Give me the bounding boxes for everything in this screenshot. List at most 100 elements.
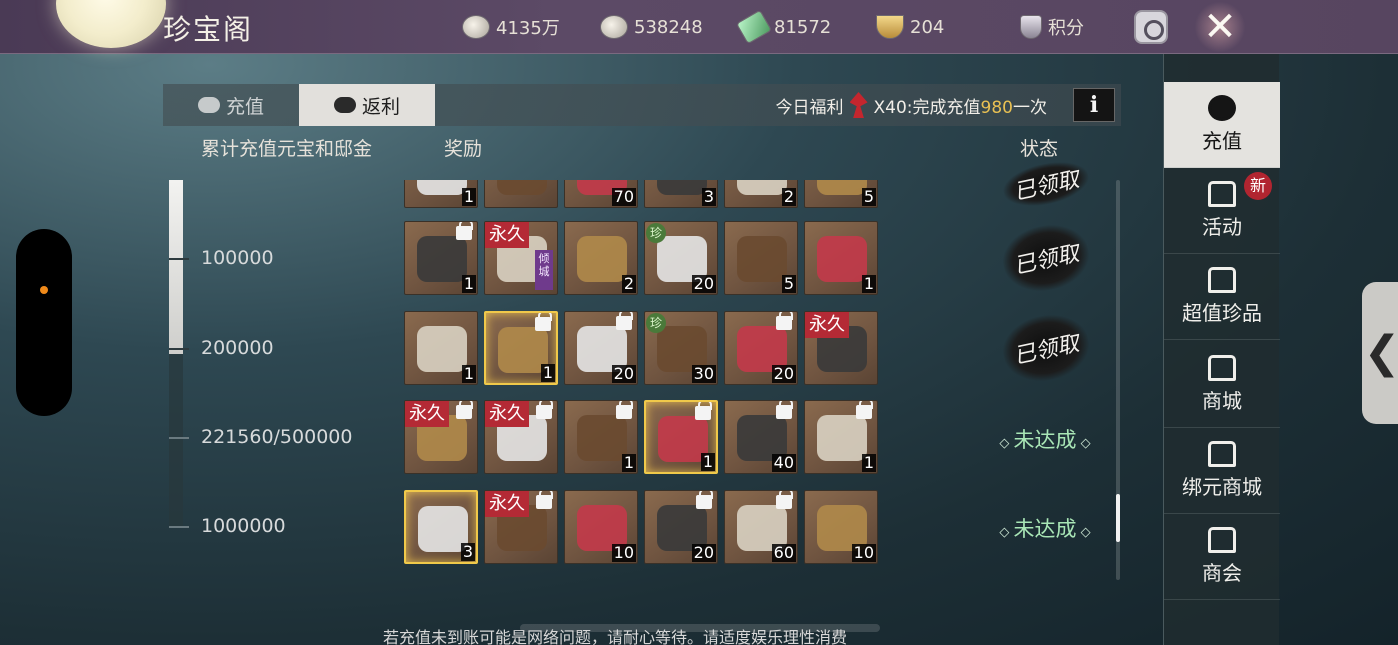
item-art <box>817 236 867 282</box>
status-pending-3-text: 未达成 <box>1013 428 1077 452</box>
item-count: 1 <box>621 453 636 472</box>
item-count: 1 <box>861 453 876 472</box>
nav-item-shop[interactable]: 商城 <box>1164 342 1280 428</box>
reward-item[interactable]: 珍 30 <box>644 311 718 385</box>
reward-item[interactable] <box>484 180 558 208</box>
daily-welfare: 今日福利 X40:完成充值980一次 <box>776 84 1047 126</box>
reward-item[interactable]: 20 <box>724 311 798 385</box>
reward-item[interactable]: 40 <box>724 400 798 474</box>
nav-item-treasures[interactable]: 超值珍品 <box>1164 254 1280 340</box>
diamond-icon: ◇ <box>1076 436 1091 451</box>
reward-item[interactable]: 2 <box>564 221 638 295</box>
reward-item[interactable]: 20 <box>644 490 718 564</box>
nav-item-guild[interactable]: 商会 <box>1164 514 1280 600</box>
shop-icon <box>1208 441 1236 467</box>
reward-item[interactable]: 1 <box>644 400 718 474</box>
item-count: 5 <box>781 274 796 293</box>
lock-icon <box>695 402 712 420</box>
settings-button[interactable] <box>1134 10 1168 44</box>
reward-row: 1 永久 倾城 2 珍 20 5 1 <box>404 221 878 295</box>
reward-item[interactable]: 5 <box>724 221 798 295</box>
collapse-sidebar-button[interactable]: ❮ <box>1362 282 1398 424</box>
nav-item-bound-shop[interactable]: 绑元商城 <box>1164 428 1280 514</box>
reward-row-partial: 1 70 3 2 5 <box>404 180 880 208</box>
reward-row: 1 70 3 2 5 <box>404 180 878 208</box>
nav-item-recharge[interactable]: 充值 <box>1164 82 1280 168</box>
lock-icon <box>536 401 553 419</box>
reward-item[interactable]: 1 <box>404 311 478 385</box>
reward-item[interactable]: 10 <box>804 490 878 564</box>
shop-icon <box>1208 355 1236 381</box>
item-count: 20 <box>691 543 716 562</box>
reward-item[interactable]: 1 <box>804 221 878 295</box>
list-scrollbar[interactable] <box>1116 180 1120 580</box>
item-count: 1 <box>861 274 876 293</box>
item-art <box>657 180 707 195</box>
reward-item[interactable]: 珍 20 <box>644 221 718 295</box>
tab-bar: 充值 返利 今日福利 X40:完成充值980一次 i <box>163 84 1121 126</box>
reward-item[interactable]: 10 <box>564 490 638 564</box>
welfare-text-after: 一次 <box>1013 97 1047 118</box>
close-button[interactable]: ✕ <box>1194 2 1246 52</box>
chevron-left-icon: ❮ <box>1363 327 1398 378</box>
rare-badge: 珍 <box>646 223 666 243</box>
resource-jade-value: 81572 <box>774 16 832 38</box>
gold-bowl-icon <box>876 15 904 39</box>
lock-icon <box>616 401 633 419</box>
money-bag-icon <box>1208 95 1236 121</box>
tier-tick <box>169 437 189 439</box>
item-count: 20 <box>691 274 716 293</box>
reward-item[interactable]: 70 <box>564 180 638 208</box>
status-pending-4-text: 未达成 <box>1013 517 1077 541</box>
reward-item[interactable]: 1 <box>564 400 638 474</box>
reward-item[interactable]: 5 <box>804 180 878 208</box>
tab-recharge-label: 充值 <box>225 95 264 118</box>
tier-tick <box>169 348 189 350</box>
footer-note: 若充值未到账可能是网络问题，请耐心等待。请适度娱乐理性消费 <box>383 628 848 645</box>
reward-item[interactable]: 1 <box>484 311 558 385</box>
reward-item[interactable]: 1 <box>404 180 478 208</box>
chinese-knot-icon <box>849 92 868 118</box>
reward-item[interactable]: 20 <box>564 311 638 385</box>
item-count: 3 <box>701 187 716 206</box>
lock-icon <box>536 491 553 509</box>
resource-jade: 81572 <box>735 9 832 45</box>
reward-item[interactable]: 永久 <box>484 400 558 474</box>
reward-item[interactable]: 1 <box>404 221 478 295</box>
reward-item[interactable]: 永久 倾城 <box>484 221 558 295</box>
points-button[interactable]: 积分 <box>1020 12 1084 42</box>
scrollbar-thumb[interactable] <box>1116 494 1120 542</box>
reward-item[interactable]: 2 <box>724 180 798 208</box>
reward-item[interactable]: 1 <box>804 400 878 474</box>
reward-row: 永久 永久 1 1 40 1 <box>404 400 878 474</box>
item-count: 1 <box>461 187 476 206</box>
item-count: 1 <box>700 452 715 471</box>
item-art <box>737 180 787 195</box>
item-count: 20 <box>611 364 636 383</box>
reward-item[interactable]: 60 <box>724 490 798 564</box>
resource-bowl-value: 204 <box>910 16 945 38</box>
tab-recharge[interactable]: 充值 <box>163 84 299 126</box>
info-button[interactable]: i <box>1073 88 1115 122</box>
welfare-prefix: 今日福利 <box>775 97 844 118</box>
nav-item-label: 充值 <box>1202 129 1242 153</box>
item-art <box>737 236 787 282</box>
item-tag: 倾城 <box>535 250 553 290</box>
tab-rebate[interactable]: 返利 <box>299 84 435 126</box>
permanent-tag: 永久 <box>805 312 849 338</box>
item-art <box>577 236 627 282</box>
pavilion-icon <box>1208 267 1236 293</box>
item-count: 1 <box>461 364 476 383</box>
coins-icon <box>197 97 220 113</box>
diamond-icon: ◇ <box>1076 525 1091 540</box>
guild-icon <box>1208 527 1236 553</box>
reward-item[interactable]: 永久 <box>404 400 478 474</box>
reward-item[interactable]: 永久 <box>484 490 558 564</box>
reward-item[interactable]: 3 <box>644 180 718 208</box>
item-art <box>817 415 867 461</box>
floating-assistant-pill[interactable] <box>16 229 72 416</box>
claimed-stamp-1: 已领取 <box>997 217 1095 299</box>
welfare-amount: 980 <box>980 97 1013 118</box>
reward-item[interactable]: 3 <box>404 490 478 564</box>
reward-item[interactable]: 永久 <box>804 311 878 385</box>
